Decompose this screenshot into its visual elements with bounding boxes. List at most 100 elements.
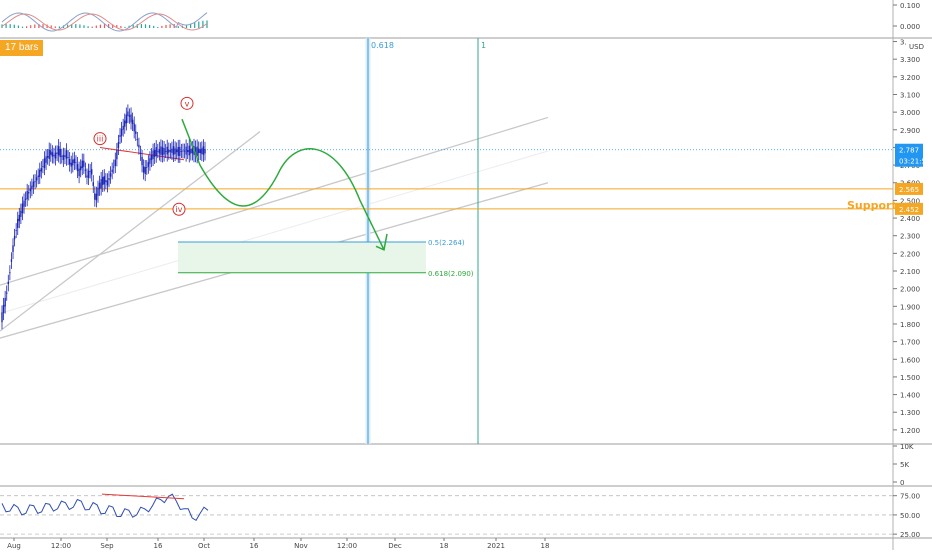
candle-body	[86, 175, 88, 178]
chart-window: 0.1000.0003.3.3003.2003.1003.0002.9002.8…	[0, 0, 932, 550]
macd-histogram-bar	[124, 26, 126, 28]
wave-label: iv	[176, 205, 183, 214]
macd-histogram-bar	[87, 26, 89, 28]
candle-body	[20, 210, 22, 217]
candle-body	[51, 152, 54, 157]
candle-body	[13, 235, 16, 240]
candle-body	[141, 156, 143, 166]
candle-body	[157, 150, 159, 152]
bars-count-badge[interactable]: 17 bars	[0, 40, 44, 56]
countdown-badge: 03:21:54	[899, 158, 931, 166]
candle-body	[146, 167, 148, 168]
candle-body	[83, 160, 85, 167]
candle-body	[136, 139, 139, 140]
price-axis-tick-label: 1.800	[900, 321, 920, 329]
candle-body	[45, 156, 47, 163]
candle-body	[201, 148, 203, 155]
macd-histogram-bar	[75, 24, 77, 28]
currency-unit-label: USD	[909, 43, 924, 51]
candle-body	[72, 159, 74, 166]
macd-histogram-bar	[9, 24, 11, 28]
candle-body	[161, 147, 164, 156]
candle-body	[94, 193, 96, 200]
candle-body	[117, 141, 120, 148]
macd-histogram-bar	[198, 21, 200, 28]
candle-body	[73, 158, 76, 163]
macd-histogram-bar	[99, 24, 101, 28]
time-axis-label: Dec	[388, 542, 402, 550]
candle-body	[122, 125, 124, 130]
macd-histogram-bar	[79, 24, 81, 28]
candle-body	[17, 218, 19, 228]
candle-body	[133, 123, 135, 132]
candle-body	[89, 171, 91, 172]
candle-body	[152, 150, 154, 159]
macd-histogram-bar	[161, 25, 163, 28]
price-axis-tick-label: 1.500	[900, 374, 920, 382]
price-axis-tick-label: 1.700	[900, 339, 920, 347]
time-axis-label: 2021	[487, 542, 505, 550]
price-axis-tick-label: 2.300	[900, 233, 920, 241]
candle-body	[9, 272, 11, 274]
price-axis-tick-label: 1.900	[900, 303, 920, 311]
candle-body	[127, 111, 129, 117]
price-axis-tick-label: 1.200	[900, 427, 920, 435]
candle-body	[139, 152, 142, 154]
candle-body	[32, 181, 35, 187]
macd-histogram-bar	[169, 24, 171, 28]
macd-histogram-bar	[95, 25, 97, 28]
candle-body	[149, 158, 151, 164]
candle-body	[64, 155, 66, 158]
candle-body	[56, 152, 58, 154]
rsi-axis-tick-label: 50.00	[900, 512, 920, 520]
time-axis-label: Oct	[198, 542, 210, 550]
candle-body	[37, 175, 39, 178]
candle-body	[102, 176, 104, 185]
candle-body	[34, 181, 36, 183]
candle-body	[114, 159, 117, 167]
price-axis-tick-label: 2.900	[900, 127, 920, 135]
candle-body	[111, 169, 113, 173]
candle-body	[100, 179, 102, 189]
macd-histogram-bar	[30, 25, 32, 28]
candle-body	[120, 128, 123, 136]
macd-histogram-bar	[26, 26, 28, 28]
forecast-wave-path	[181, 118, 385, 251]
price-axis-tick-label: 3.100	[900, 91, 920, 99]
candle-body	[131, 119, 134, 124]
time-fib-label: 1	[481, 41, 486, 50]
volume-axis-tick-label: 10K	[900, 443, 914, 451]
candle-body	[29, 188, 32, 192]
candle-body	[106, 180, 109, 186]
macd-histogram-bar	[149, 24, 151, 28]
candle-body	[174, 148, 176, 155]
candle-body	[84, 169, 87, 171]
candle-body	[18, 214, 21, 222]
candle-body	[26, 190, 28, 200]
candle-body	[179, 146, 181, 156]
chart-canvas[interactable]: 0.1000.0003.3.3003.2003.1003.0002.9002.8…	[0, 0, 932, 550]
macd-histogram-bar	[34, 24, 36, 28]
candle-body	[204, 148, 206, 154]
support-lower-badge: 2.452	[899, 206, 919, 214]
candle-body	[171, 148, 173, 153]
candle-body	[2, 304, 5, 314]
price-axis-tick-label: 3.000	[900, 109, 920, 117]
price-axis-tick-label: 3.200	[900, 74, 920, 82]
candle-body	[177, 146, 179, 156]
candle-body	[183, 150, 186, 152]
candle-body	[113, 166, 115, 168]
candle-body	[202, 146, 205, 155]
candle-body	[28, 192, 30, 194]
candle-body	[188, 145, 190, 156]
fib-level-label: 0.618(2.090)	[428, 270, 474, 278]
candle-body	[46, 156, 49, 158]
volume-axis-tick-label: 5K	[900, 461, 909, 469]
candle-body	[172, 146, 175, 155]
macd-histogram-bar	[21, 26, 24, 28]
time-axis-label: 12:00	[337, 542, 357, 550]
macd-histogram-bar	[165, 24, 167, 28]
candle-body	[43, 158, 46, 169]
time-axis-label: Nov	[294, 542, 308, 550]
macd-histogram-bar	[120, 26, 122, 28]
